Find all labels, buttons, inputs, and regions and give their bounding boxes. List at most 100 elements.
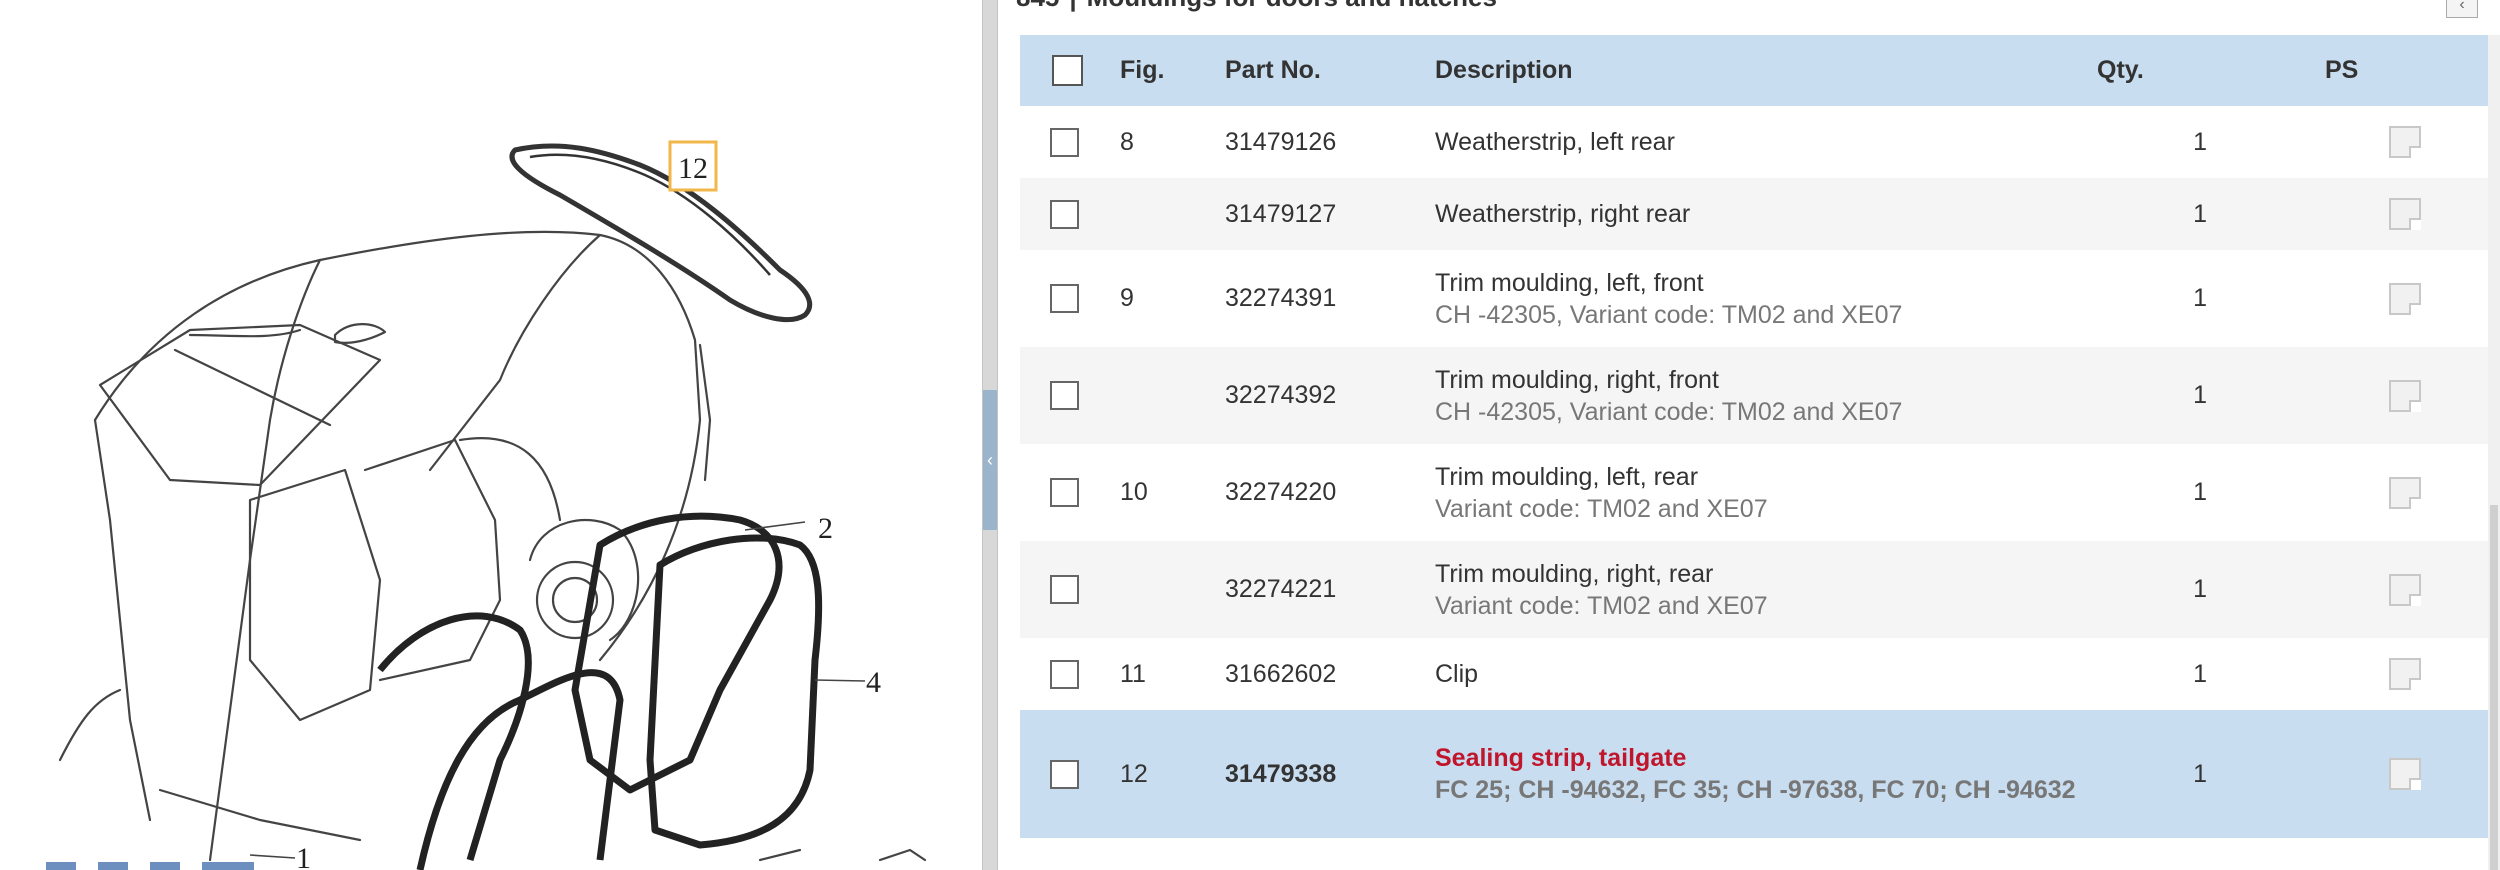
callout-2[interactable]: 2 (818, 512, 833, 545)
note-icon[interactable] (2389, 476, 2421, 509)
column-header-part-no[interactable]: Part No. (1217, 35, 1427, 106)
column-header-fig[interactable]: Fig. (1112, 35, 1217, 106)
callout-4[interactable]: 4 (866, 666, 881, 699)
note-icon[interactable] (2389, 573, 2421, 606)
row-qty: 1 (2097, 347, 2277, 444)
row-qty: 1 (2097, 178, 2277, 250)
row-description: Weatherstrip, right rear (1427, 178, 2097, 250)
parts-diagram-panel[interactable]: 12 2 4 1 (0, 0, 982, 870)
row-part-no[interactable]: 31479127 (1217, 178, 1427, 250)
zoom-in-button[interactable] (46, 862, 76, 870)
section-code: 845 (1016, 0, 1059, 12)
row-qty: 1 (2097, 710, 2277, 838)
row-description: Weatherstrip, left rear (1427, 106, 2097, 178)
table-row[interactable]: 8 31479126 Weatherstrip, left rear 1 (1020, 106, 2488, 178)
row-qty: 1 (2097, 444, 2277, 541)
row-description: Sealing strip, tailgate FC 25; CH -94632,… (1427, 710, 2097, 838)
note-icon[interactable] (2389, 282, 2421, 315)
description-main: Trim moulding, right, front (1435, 365, 1719, 394)
row-checkbox[interactable] (1050, 575, 1079, 605)
chevron-left-icon: ‹ (2459, 0, 2465, 13)
note-icon[interactable] (2389, 658, 2421, 690)
callout-12[interactable]: 12 (678, 152, 708, 185)
table-row[interactable]: 32274392 Trim moulding, right, front CH -… (1020, 347, 2488, 444)
row-description: Trim moulding, left, rear Variant code: T… (1427, 444, 2097, 541)
description-main: Trim moulding, right, rear (1435, 559, 1714, 588)
title-separator: | (1069, 0, 1076, 12)
panel-splitter[interactable]: ‹ (982, 0, 998, 870)
note-icon[interactable] (2389, 379, 2421, 412)
scrollbar-thumb[interactable] (2490, 505, 2498, 870)
row-fig: 8 (1112, 106, 1217, 178)
description-sub: CH -42305, Variant code: TM02 and XE07 (1435, 397, 1903, 426)
section-name: Mouldings for doors and hatches (1087, 0, 1497, 12)
row-checkbox[interactable] (1050, 478, 1079, 508)
zoom-out-button[interactable] (98, 862, 128, 870)
description-main: Weatherstrip, left rear (1435, 128, 1675, 156)
note-icon[interactable] (2389, 198, 2421, 230)
vertical-scrollbar[interactable] (2488, 35, 2500, 870)
row-description: Trim moulding, left, front CH -42305, Var… (1427, 250, 2097, 347)
row-description: Trim moulding, right, front CH -42305, Va… (1427, 347, 2097, 444)
print-button[interactable] (202, 862, 254, 870)
row-fig: 11 (1112, 638, 1217, 710)
row-part-no[interactable]: 31662602 (1217, 638, 1427, 710)
row-part-no[interactable]: 32274220 (1217, 444, 1427, 541)
column-header-description[interactable]: Description (1427, 35, 2097, 106)
collapse-diagram-handle[interactable]: ‹ (983, 390, 997, 530)
row-qty: 1 (2097, 541, 2277, 638)
description-sub: CH -42305, Variant code: TM02 and XE07 (1435, 300, 1903, 329)
row-part-no[interactable]: 32274221 (1217, 541, 1427, 638)
row-checkbox[interactable] (1050, 199, 1079, 229)
row-fig (1112, 347, 1217, 444)
row-checkbox[interactable] (1050, 127, 1079, 157)
row-fig (1112, 178, 1217, 250)
note-icon[interactable] (2389, 758, 2421, 790)
column-header-ps[interactable]: PS (2277, 35, 2488, 106)
row-fig: 9 (1112, 250, 1217, 347)
description-main: Trim moulding, left, rear (1435, 462, 1699, 491)
collapse-button[interactable]: ‹ (2446, 0, 2478, 18)
fit-view-button[interactable] (150, 862, 180, 870)
table-row[interactable]: 10 32274220 Trim moulding, left, rear Var… (1020, 444, 2488, 541)
description-sub: FC 25; CH -94632, FC 35; CH -97638, FC 7… (1435, 776, 2076, 804)
table-row[interactable]: 9 32274391 Trim moulding, left, front CH … (1020, 250, 2488, 347)
chevron-left-icon: ‹ (987, 450, 993, 470)
row-qty: 1 (2097, 250, 2277, 347)
row-qty: 1 (2097, 106, 2277, 178)
row-description: Trim moulding, right, rear Variant code: … (1427, 541, 2097, 638)
description-main: Weatherstrip, right rear (1435, 200, 1691, 228)
row-part-no[interactable]: 32274391 (1217, 250, 1427, 347)
parts-table: Fig. Part No. Description Qty. PS 8 3147… (1020, 35, 2488, 838)
select-all-cell (1020, 35, 1112, 106)
row-description: Clip (1427, 638, 2097, 710)
description-sub: Variant code: TM02 and XE07 (1435, 591, 1768, 620)
column-header-qty[interactable]: Qty. (2097, 35, 2277, 106)
note-icon[interactable] (2389, 126, 2421, 158)
description-main: Sealing strip, tailgate (1435, 744, 1687, 772)
table-row-selected[interactable]: 12 31479338 Sealing strip, tailgate FC 25… (1020, 710, 2488, 838)
row-checkbox[interactable] (1050, 284, 1079, 314)
table-row[interactable]: 11 31662602 Clip 1 (1020, 638, 2488, 710)
table-header-row: Fig. Part No. Description Qty. PS (1020, 35, 2488, 106)
row-fig: 10 (1112, 444, 1217, 541)
description-sub: Variant code: TM02 and XE07 (1435, 494, 1768, 523)
table-row[interactable]: 31479127 Weatherstrip, right rear 1 (1020, 178, 2488, 250)
row-fig (1112, 541, 1217, 638)
row-part-no[interactable]: 32274392 (1217, 347, 1427, 444)
description-main: Clip (1435, 660, 1479, 688)
car-diagram: 12 2 4 1 (46, 140, 927, 870)
row-fig: 12 (1112, 710, 1217, 838)
parts-list-panel: 845 | Mouldings for doors and hatches ‹ Fi… (998, 0, 2500, 870)
table-row[interactable]: 32274221 Trim moulding, right, rear Varia… (1020, 541, 2488, 638)
row-checkbox[interactable] (1050, 759, 1079, 789)
row-checkbox[interactable] (1050, 659, 1079, 689)
row-part-no[interactable]: 31479126 (1217, 106, 1427, 178)
row-qty: 1 (2097, 638, 2277, 710)
callout-1[interactable]: 1 (296, 842, 311, 870)
row-part-no[interactable]: 31479338 (1217, 710, 1427, 838)
select-all-checkbox[interactable] (1052, 55, 1083, 86)
description-main: Trim moulding, left, front (1435, 268, 1704, 297)
row-checkbox[interactable] (1050, 381, 1079, 411)
section-title: 845 | Mouldings for doors and hatches (1016, 0, 1497, 13)
